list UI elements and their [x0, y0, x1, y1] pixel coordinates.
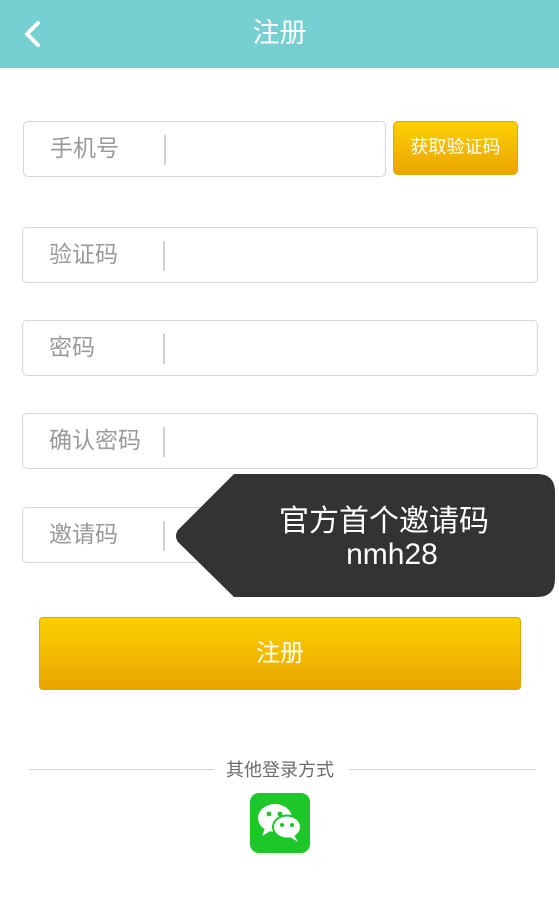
other-login-label: 其他登录方式 — [226, 760, 334, 781]
tooltip-text: 官方首个邀请码 — [279, 504, 489, 539]
divider-left — [29, 769, 214, 770]
phone-input[interactable] — [174, 126, 377, 172]
invite-code-tooltip: 官方首个邀请码 nmh28 — [174, 474, 555, 597]
field-separator — [164, 135, 166, 165]
field-separator — [163, 427, 165, 457]
divider-right — [349, 769, 536, 770]
wechat-login-button[interactable] — [250, 793, 310, 853]
field-separator — [163, 241, 165, 271]
password-label: 密码 — [49, 335, 95, 361]
confirm-password-label: 确认密码 — [49, 428, 141, 454]
field-separator — [163, 334, 165, 364]
password-field[interactable]: 密码 — [22, 320, 538, 376]
code-input[interactable] — [173, 232, 529, 278]
password-input[interactable] — [173, 325, 529, 371]
field-separator — [163, 521, 165, 551]
confirm-password-input[interactable] — [173, 418, 529, 464]
get-code-button[interactable]: 获取验证码 — [393, 121, 518, 175]
register-button[interactable]: 注册 — [39, 617, 521, 690]
header-bar: 注册 — [0, 0, 559, 68]
phone-label: 手机号 — [50, 136, 119, 162]
invite-code-label: 邀请码 — [49, 522, 118, 548]
confirm-password-field[interactable]: 确认密码 — [22, 413, 538, 469]
phone-field[interactable]: 手机号 — [23, 121, 386, 177]
code-field[interactable]: 验证码 — [22, 227, 538, 283]
tooltip-code: nmh28 — [346, 538, 438, 571]
wechat-icon — [258, 804, 302, 842]
code-label: 验证码 — [49, 242, 118, 268]
page-title: 注册 — [252, 18, 307, 49]
